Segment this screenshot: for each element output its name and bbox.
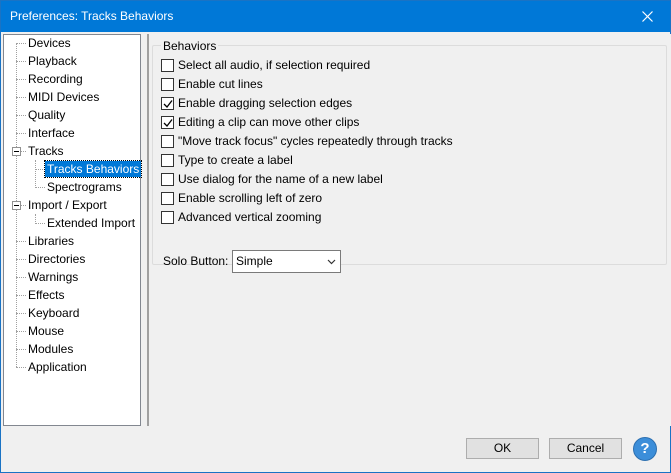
option-enable-cut-lines[interactable]: Enable cut lines [161,76,263,92]
option-label: Select all audio, if selection required [178,58,371,72]
option-move-track-focus[interactable]: "Move track focus" cycles repeatedly thr… [161,133,453,149]
option-select-all-audio[interactable]: Select all audio, if selection required [161,57,370,73]
tree-branch [16,295,26,296]
tree-item-mouse[interactable]: Mouse [28,323,64,339]
cancel-button[interactable]: Cancel [549,438,622,459]
settings-panel: Behaviors Select all audio, if selection… [149,34,671,426]
chevron-down-icon [327,259,336,265]
option-label: "Move track focus" cycles repeatedly thr… [178,134,453,148]
tree-item-tracks[interactable]: Tracks [28,143,64,159]
tree-item-warnings[interactable]: Warnings [28,269,78,285]
option-clip-move-other-clips[interactable]: Editing a clip can move other clips [161,114,359,130]
tree-item-recording[interactable]: Recording [28,71,83,87]
tree-branch [16,97,26,98]
option-label: Enable dragging selection edges [178,96,353,110]
tree-item-modules[interactable]: Modules [28,341,73,357]
option-label: Enable scrolling left of zero [178,191,323,205]
tree-branch [16,43,26,44]
tree-item-tracks-behaviors[interactable]: Tracks Behaviors [43,160,143,178]
close-icon [641,11,653,22]
behaviors-group-label: Behaviors [161,39,219,53]
option-enable-dragging-edges[interactable]: Enable dragging selection edges [161,95,352,111]
behaviors-group: Behaviors Select all audio, if selection… [152,39,667,273]
checkbox-checked[interactable] [161,115,174,129]
help-button[interactable]: ? [633,437,657,461]
tree-item-directories[interactable]: Directories [28,251,85,267]
help-icon: ? [640,440,650,457]
tree-branch [35,187,45,188]
option-label: Type to create a label [178,153,293,167]
tree-branch [16,259,26,260]
tree-branch [35,169,45,170]
tree-branch [16,277,26,278]
checkmark-icon [163,118,173,127]
tree-line [35,214,36,222]
checkbox[interactable] [161,153,174,167]
solo-button-select[interactable]: Simple [232,250,341,273]
tree-branch [16,331,26,332]
tree-branch [21,205,26,206]
tree-item-extended-import[interactable]: Extended Import [47,215,135,231]
ok-button[interactable]: OK [466,438,539,459]
checkbox[interactable] [161,210,174,224]
category-tree[interactable]: Devices Playback Recording MIDI Devices … [3,34,143,426]
checkbox[interactable] [161,77,174,91]
tree-branch [35,223,45,224]
preferences-window: Preferences: Tracks Behaviors Devices Pl… [0,0,671,473]
tree-branch [16,241,26,242]
tree-branch [16,79,26,80]
tree-branch [16,133,26,134]
tree-item-playback[interactable]: Playback [28,53,77,69]
collapse-tracks-icon[interactable] [12,147,21,156]
tree-branch [16,367,26,368]
option-use-dialog-label-name[interactable]: Use dialog for the name of a new label [161,171,383,187]
tree-branch [16,61,26,62]
tree-item-interface[interactable]: Interface [28,125,75,141]
tree-item-quality[interactable]: Quality [28,107,65,123]
tree-item-application[interactable]: Application [28,359,87,375]
checkbox[interactable] [161,134,174,148]
checkbox-checked[interactable] [161,96,174,110]
tree-item-libraries[interactable]: Libraries [28,233,74,249]
window-title: Preferences: Tracks Behaviors [10,9,174,23]
tree-branch [16,313,26,314]
tree-item-import-export[interactable]: Import / Export [28,197,107,213]
checkbox[interactable] [161,58,174,72]
checkbox[interactable] [161,172,174,186]
option-label: Advanced vertical zooming [178,210,322,224]
option-label: Use dialog for the name of a new label [178,172,383,186]
tree-item-keyboard[interactable]: Keyboard [28,305,79,321]
option-label: Editing a clip can move other clips [178,115,360,129]
tree-item-devices[interactable]: Devices [28,35,71,51]
solo-button-value: Simple [236,254,273,268]
close-button[interactable] [624,1,670,32]
title-bar[interactable]: Preferences: Tracks Behaviors [1,1,670,32]
tree-item-effects[interactable]: Effects [28,287,64,303]
option-scrolling-left-of-zero[interactable]: Enable scrolling left of zero [161,190,322,206]
checkbox[interactable] [161,191,174,205]
tree-branch [16,115,26,116]
tree-branch [21,151,26,152]
option-advanced-vertical-zooming[interactable]: Advanced vertical zooming [161,209,321,225]
tree-branch [16,349,26,350]
checkmark-icon [163,99,173,108]
tree-item-spectrograms[interactable]: Spectrograms [47,179,122,195]
tree-line [35,160,36,186]
collapse-import-export-icon[interactable] [12,201,21,210]
option-type-to-create-label[interactable]: Type to create a label [161,152,293,168]
tree-item-midi-devices[interactable]: MIDI Devices [28,89,99,105]
option-label: Enable cut lines [178,77,263,91]
solo-button-label: Solo Button: [163,254,229,268]
